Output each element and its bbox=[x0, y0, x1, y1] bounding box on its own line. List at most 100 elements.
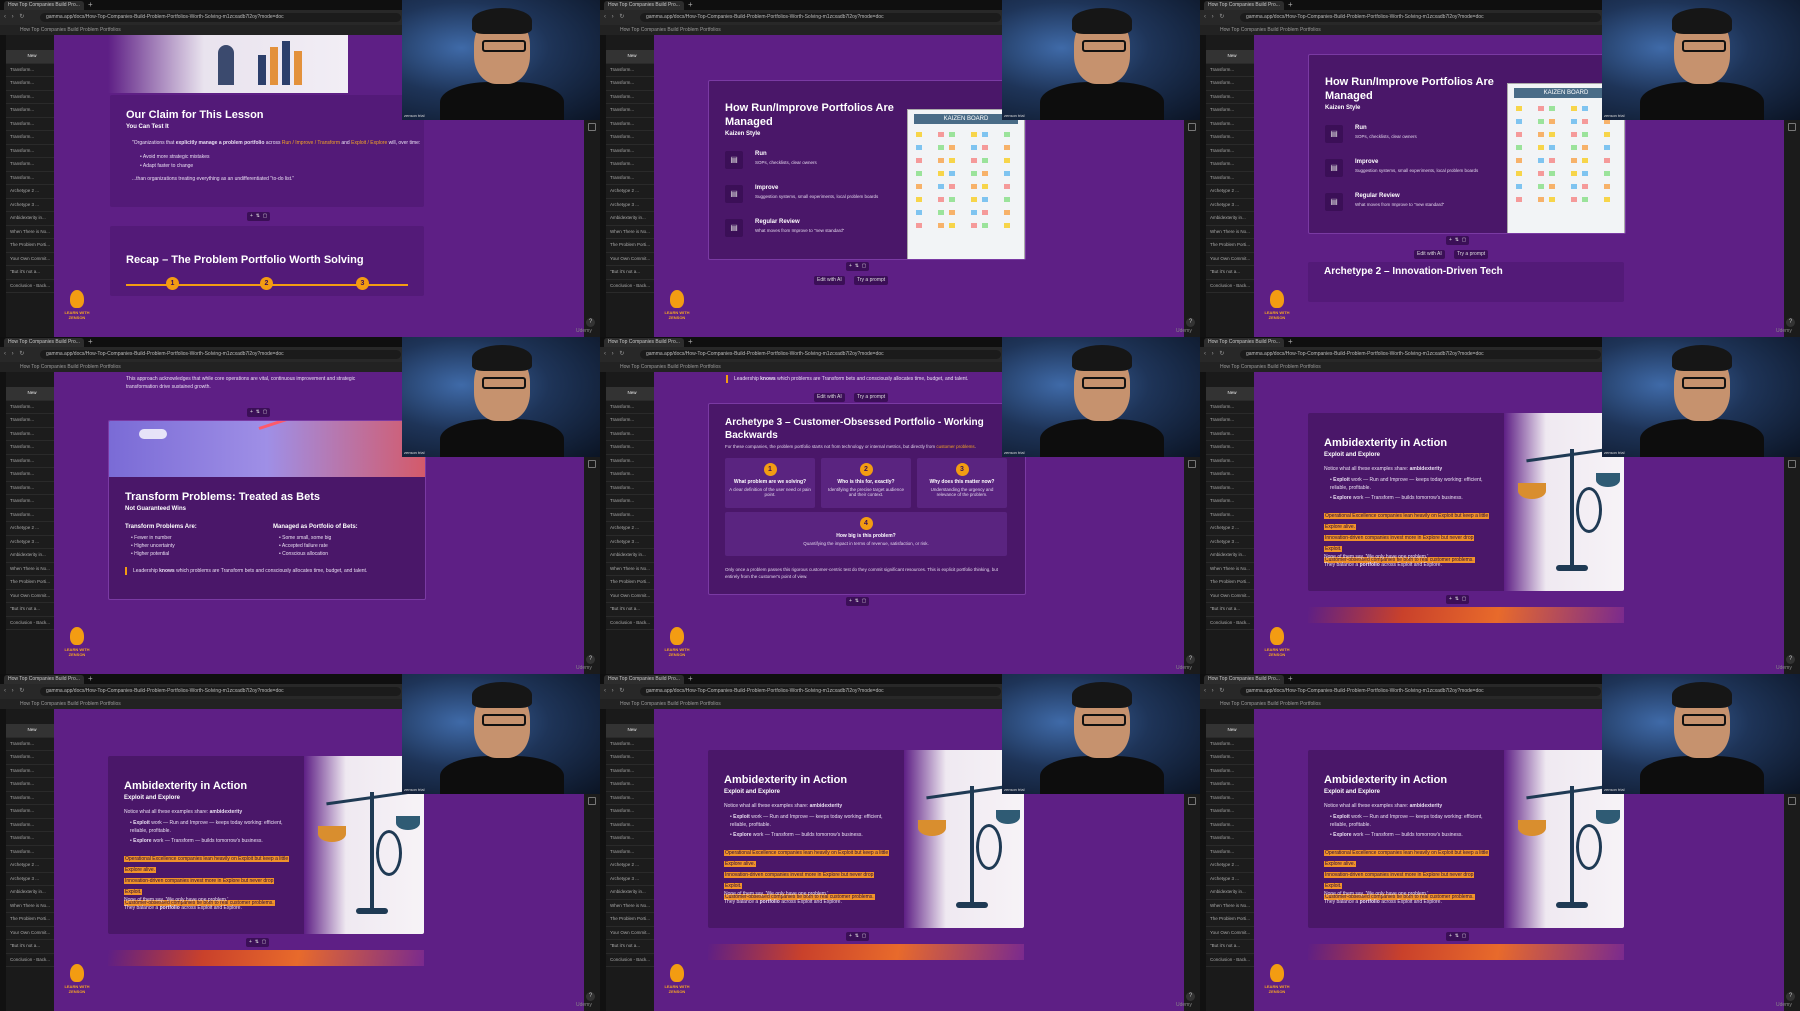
outline-item[interactable]: Conclusion - Back... bbox=[606, 954, 654, 967]
outline-item[interactable]: Transform... bbox=[606, 765, 654, 778]
outline-item[interactable]: The Problem Porti... bbox=[6, 239, 54, 253]
outline-item[interactable]: Transform... bbox=[1206, 832, 1254, 846]
outline-item[interactable]: Transform... bbox=[606, 401, 654, 414]
outline-item[interactable]: Archetype 2 ... bbox=[1206, 185, 1254, 199]
nav-arrows-icon[interactable]: ‹ › ↻ bbox=[604, 687, 626, 694]
outline-item[interactable]: Transform... bbox=[1206, 441, 1254, 455]
outline-item[interactable]: Transform... bbox=[606, 104, 654, 118]
outline-item[interactable]: Transform... bbox=[606, 414, 654, 428]
outline-item[interactable]: "But it's not a... bbox=[606, 940, 654, 954]
new-tab-icon[interactable]: + bbox=[688, 0, 693, 10]
outline-item[interactable]: "But it's not a... bbox=[6, 266, 54, 280]
toolbar-icon[interactable] bbox=[1188, 123, 1196, 131]
outline-item[interactable]: Archetype 2 ... bbox=[6, 185, 54, 199]
outline-item[interactable]: Ambidexterity in... bbox=[606, 212, 654, 226]
outline-item[interactable]: Transform... bbox=[606, 428, 654, 441]
outline-item[interactable]: Ambidexterity in... bbox=[606, 549, 654, 563]
outline-item[interactable]: Transform... bbox=[1206, 118, 1254, 131]
outline-item[interactable]: Ambidexterity in... bbox=[606, 886, 654, 900]
outline-item[interactable]: Archetype 2 ... bbox=[606, 522, 654, 536]
browser-tab[interactable]: How Top Companies Build Pro... bbox=[1204, 1, 1284, 10]
outline-item[interactable]: "But it's not a... bbox=[606, 603, 654, 617]
outline-item[interactable]: "But it's not a... bbox=[1206, 940, 1254, 954]
outline-item[interactable]: Archetype 2 ... bbox=[1206, 522, 1254, 536]
url-field[interactable]: gamma.app/docs/How-Top-Companies-Build-P… bbox=[640, 687, 1001, 696]
help-icon[interactable]: ? bbox=[1186, 992, 1195, 1001]
slide-controls[interactable]: + ⇅ ▢ bbox=[846, 932, 870, 941]
outline-item[interactable]: Transform... bbox=[1206, 64, 1254, 77]
toolbar-icon[interactable] bbox=[1188, 460, 1196, 468]
outline-item[interactable]: Transform... bbox=[6, 792, 54, 805]
outline-item[interactable]: Transform... bbox=[6, 738, 54, 751]
outline-item[interactable]: Transform... bbox=[606, 64, 654, 77]
outline-item[interactable]: Your Own Commit... bbox=[1206, 590, 1254, 603]
outline-item[interactable]: Ambidexterity in... bbox=[1206, 549, 1254, 563]
slide-controls[interactable]: + ⇅ ▢ bbox=[1446, 932, 1470, 941]
outline-item[interactable]: Your Own Commit... bbox=[1206, 253, 1254, 266]
outline-item[interactable]: When There is No... bbox=[1206, 226, 1254, 239]
outline-item[interactable]: Transform... bbox=[6, 751, 54, 765]
outline-item[interactable]: Transform... bbox=[606, 778, 654, 792]
outline-item[interactable]: Transform... bbox=[1206, 91, 1254, 104]
outline-item[interactable]: Transform... bbox=[606, 91, 654, 104]
outline-item[interactable]: Transform... bbox=[6, 819, 54, 832]
outline-item[interactable]: Transform... bbox=[6, 428, 54, 441]
ai-edit-button[interactable]: Edit with AI bbox=[1414, 250, 1445, 259]
slide-controls[interactable]: + ⇅ ▢ bbox=[846, 262, 870, 271]
try-prompt-button[interactable]: Try a prompt bbox=[854, 393, 889, 402]
new-tab-icon[interactable]: + bbox=[1288, 0, 1293, 10]
url-field[interactable]: gamma.app/docs/How-Top-Companies-Build-P… bbox=[640, 13, 1001, 22]
outline-item[interactable]: Transform... bbox=[6, 495, 54, 509]
quote-link[interactable]: Run / Improve / Transform bbox=[282, 140, 340, 146]
outline-item[interactable]: When There is No... bbox=[6, 226, 54, 239]
outline-item[interactable]: Transform... bbox=[606, 832, 654, 846]
intro-link[interactable]: customer problems bbox=[936, 444, 974, 449]
slide-controls[interactable]: + ⇅ ▢ bbox=[1446, 236, 1470, 245]
outline-item[interactable]: Transform... bbox=[606, 819, 654, 832]
help-icon[interactable]: ? bbox=[1786, 318, 1795, 327]
outline-item[interactable]: When There is No... bbox=[1206, 900, 1254, 913]
url-field[interactable]: gamma.app/docs/How-Top-Companies-Build-P… bbox=[40, 13, 401, 22]
outline-item[interactable]: Archetype 3 ... bbox=[6, 873, 54, 886]
nav-arrows-icon[interactable]: ‹ › ↻ bbox=[1204, 687, 1226, 694]
outline-item[interactable]: Transform... bbox=[606, 482, 654, 495]
toolbar-icon[interactable] bbox=[1788, 797, 1796, 805]
outline-item[interactable]: Transform... bbox=[606, 455, 654, 468]
outline-item[interactable]: Transform... bbox=[6, 131, 54, 145]
outline-item[interactable]: Archetype 2 ... bbox=[606, 859, 654, 873]
outline-item[interactable]: The Problem Porti... bbox=[606, 913, 654, 927]
new-tab-icon[interactable]: + bbox=[1288, 674, 1293, 684]
outline-item[interactable]: Transform... bbox=[606, 145, 654, 158]
new-tab-icon[interactable]: + bbox=[88, 674, 93, 684]
outline-item[interactable]: "But it's not a... bbox=[606, 266, 654, 280]
outline-item[interactable]: Archetype 2 ... bbox=[606, 185, 654, 199]
browser-tab[interactable]: How Top Companies Build Pro... bbox=[604, 338, 684, 347]
browser-tab[interactable]: How Top Companies Build Pro... bbox=[4, 338, 84, 347]
outline-new-button[interactable]: New bbox=[6, 724, 54, 738]
slide-controls[interactable]: + ⇅ ▢ bbox=[846, 597, 870, 606]
slide-controls[interactable]: + ⇅ ▢ bbox=[1446, 595, 1470, 604]
outline-item[interactable]: Conclusion - Back... bbox=[6, 617, 54, 630]
toolbar-icon[interactable] bbox=[1788, 123, 1796, 131]
try-prompt-button[interactable]: Try a prompt bbox=[1454, 250, 1489, 259]
outline-item[interactable]: Transform... bbox=[1206, 509, 1254, 522]
outline-item[interactable]: Transform... bbox=[606, 846, 654, 859]
outline-new-button[interactable]: New bbox=[6, 387, 54, 401]
outline-new-button[interactable]: New bbox=[606, 724, 654, 738]
outline-item[interactable]: Transform... bbox=[6, 172, 54, 185]
outline-item[interactable]: Transform... bbox=[1206, 145, 1254, 158]
slide-controls[interactable]: + ⇅ ▢ bbox=[246, 938, 270, 947]
outline-item[interactable]: Archetype 3 ... bbox=[606, 536, 654, 549]
outline-item[interactable]: Archetype 3 ... bbox=[1206, 536, 1254, 549]
outline-item[interactable]: Transform... bbox=[606, 131, 654, 145]
outline-item[interactable]: Transform... bbox=[6, 145, 54, 158]
help-icon[interactable]: ? bbox=[586, 992, 595, 1001]
outline-item[interactable]: Archetype 3 ... bbox=[606, 873, 654, 886]
outline-item[interactable]: The Problem Porti... bbox=[6, 913, 54, 927]
outline-item[interactable]: Transform... bbox=[6, 509, 54, 522]
outline-item[interactable]: Transform... bbox=[6, 77, 54, 91]
outline-item[interactable]: Transform... bbox=[1206, 738, 1254, 751]
outline-item[interactable]: Transform... bbox=[606, 441, 654, 455]
outline-item[interactable]: The Problem Porti... bbox=[1206, 913, 1254, 927]
outline-item[interactable]: Transform... bbox=[606, 738, 654, 751]
